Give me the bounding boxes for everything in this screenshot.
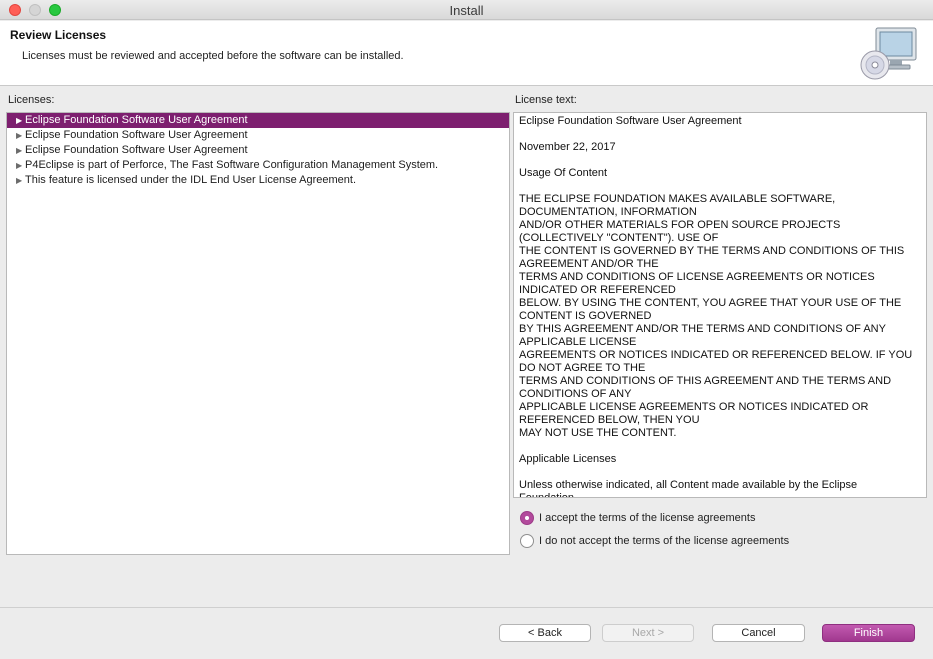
license-text-line: AND/OR OTHER MATERIALS FOR OPEN SOURCE P… bbox=[519, 219, 841, 231]
license-item[interactable]: ▶ Eclipse Foundation Software User Agree… bbox=[7, 113, 509, 128]
license-text-line: AGREEMENTS OR NOTICES INDICATED OR REFER… bbox=[519, 349, 913, 361]
license-text-line bbox=[519, 180, 921, 193]
license-text-line: Unless otherwise indicated, all Content … bbox=[519, 479, 858, 491]
window-title: Install bbox=[449, 3, 484, 18]
page-title: Review Licenses bbox=[10, 28, 107, 42]
license-text-line: THE ECLIPSE FOUNDATION MAKES AVAILABLE S… bbox=[519, 193, 836, 205]
license-text-line: APPLICABLE LICENSE AGREEMENTS OR NOTICES… bbox=[519, 401, 869, 413]
title-bar: Install bbox=[0, 0, 933, 20]
license-text-line bbox=[519, 128, 921, 141]
license-item[interactable]: ▶ Eclipse Foundation Software User Agree… bbox=[7, 143, 509, 158]
license-item-label: P4Eclipse is part of Perforce, The Fast … bbox=[25, 159, 439, 171]
license-text-label: License text: bbox=[515, 94, 577, 106]
license-text-line: DO NOT AGREE TO THE bbox=[519, 362, 646, 374]
accept-radio[interactable] bbox=[520, 511, 534, 525]
license-text-line: BELOW. BY USING THE CONTENT, YOU AGREE T… bbox=[519, 297, 902, 309]
next-button[interactable]: Next > bbox=[602, 624, 694, 642]
triangle-right-icon[interactable]: ▶ bbox=[16, 173, 22, 188]
license-text-line: Applicable Licenses bbox=[519, 453, 617, 465]
triangle-right-icon[interactable]: ▶ bbox=[16, 158, 22, 173]
license-text-area[interactable]: Eclipse Foundation Software User Agreeme… bbox=[513, 112, 927, 498]
cancel-button[interactable]: Cancel bbox=[712, 624, 805, 642]
license-text-line: APPLICABLE LICENSE bbox=[519, 336, 637, 348]
license-text-line: BY THIS AGREEMENT AND/OR THE TERMS AND C… bbox=[519, 323, 886, 335]
license-text-line: DOCUMENTATION, INFORMATION bbox=[519, 206, 697, 218]
accept-label[interactable]: I accept the terms of the license agreem… bbox=[539, 512, 755, 524]
license-item[interactable]: ▶ P4Eclipse is part of Perforce, The Fas… bbox=[7, 158, 509, 173]
accept-option[interactable]: I accept the terms of the license agreem… bbox=[520, 510, 755, 526]
license-item-label: Eclipse Foundation Software User Agreeme… bbox=[25, 129, 248, 141]
license-item[interactable]: ▶ This feature is licensed under the IDL… bbox=[7, 173, 509, 188]
license-text-line: TERMS AND CONDITIONS OF THIS AGREEMENT A… bbox=[519, 375, 892, 387]
license-text-line: MAY NOT USE THE CONTENT. bbox=[519, 427, 677, 439]
license-text-line: INDICATED OR REFERENCED bbox=[519, 284, 676, 296]
license-text-line: November 22, 2017 bbox=[519, 141, 616, 153]
license-item-label: Eclipse Foundation Software User Agreeme… bbox=[25, 144, 248, 156]
license-text-line bbox=[519, 466, 921, 479]
decline-option[interactable]: I do not accept the terms of the license… bbox=[520, 533, 789, 549]
license-text-line: Foundation bbox=[519, 492, 575, 498]
computer-cd-icon bbox=[860, 27, 917, 80]
page-description: Licenses must be reviewed and accepted b… bbox=[22, 50, 404, 62]
licenses-label: Licenses: bbox=[8, 94, 55, 106]
decline-label[interactable]: I do not accept the terms of the license… bbox=[539, 535, 789, 547]
license-text-line: REFERENCED BELOW, THEN YOU bbox=[519, 414, 700, 426]
license-item-label: Eclipse Foundation Software User Agreeme… bbox=[25, 114, 248, 126]
button-bar-separator bbox=[0, 607, 933, 608]
license-item[interactable]: ▶ Eclipse Foundation Software User Agree… bbox=[7, 128, 509, 143]
triangle-right-icon[interactable]: ▶ bbox=[16, 143, 22, 158]
triangle-right-icon[interactable]: ▶ bbox=[16, 128, 22, 143]
license-text-line bbox=[519, 154, 921, 167]
license-text-line: AGREEMENT AND/OR THE bbox=[519, 258, 659, 270]
wizard-header: Review Licenses Licenses must be reviewe… bbox=[0, 21, 933, 86]
license-text-line: CONTENT IS GOVERNED bbox=[519, 310, 652, 322]
finish-button[interactable]: Finish bbox=[822, 624, 915, 642]
back-button[interactable]: < Back bbox=[499, 624, 591, 642]
license-text-line: Eclipse Foundation Software User Agreeme… bbox=[519, 115, 742, 127]
license-text-line: CONDITIONS OF ANY bbox=[519, 388, 632, 400]
license-item-label: This feature is licensed under the IDL E… bbox=[25, 174, 356, 186]
triangle-right-icon[interactable]: ▶ bbox=[16, 113, 22, 128]
license-text-line: TERMS AND CONDITIONS OF LICENSE AGREEMEN… bbox=[519, 271, 875, 283]
license-text-line: (COLLECTIVELY "CONTENT"). USE OF bbox=[519, 232, 719, 244]
license-text-line: THE CONTENT IS GOVERNED BY THE TERMS AND… bbox=[519, 245, 905, 257]
license-text-line: Usage Of Content bbox=[519, 167, 608, 179]
license-text-line bbox=[519, 440, 921, 453]
decline-radio[interactable] bbox=[520, 534, 534, 548]
licenses-tree[interactable]: ▶ Eclipse Foundation Software User Agree… bbox=[6, 112, 510, 555]
